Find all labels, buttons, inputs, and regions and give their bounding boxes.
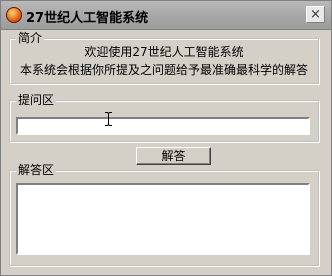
intro-group: 简介 欢迎使用27世纪人工智能系统 本系统会根据你所提及之问题给予最准确最科学的… bbox=[9, 30, 319, 84]
intro-line-2: 本系统会根据你所提及之问题给予最准确最科学的解答 bbox=[19, 63, 308, 77]
window-title: 27世纪人工智能系统 bbox=[26, 11, 149, 26]
app-icon bbox=[6, 7, 22, 23]
answer-group: 解答区 bbox=[9, 162, 319, 266]
intro-line-1: 欢迎使用27世纪人工智能系统 bbox=[84, 45, 244, 59]
app-window: 27世纪人工智能系统 × 简介 欢迎使用27世纪人工智能系统 本系统会根据你所提… bbox=[0, 0, 332, 276]
title-bar[interactable]: 27世纪人工智能系统 × bbox=[1, 1, 331, 30]
close-button[interactable]: × bbox=[306, 6, 325, 23]
question-group: 提问区 bbox=[9, 92, 319, 142]
answer-group-label: 解答区 bbox=[16, 162, 57, 178]
question-input[interactable] bbox=[16, 117, 310, 135]
question-group-label: 提问区 bbox=[16, 92, 57, 108]
text-cursor-icon bbox=[105, 112, 112, 126]
answer-button[interactable]: 解答 bbox=[136, 147, 211, 165]
answer-textarea[interactable] bbox=[16, 183, 310, 255]
